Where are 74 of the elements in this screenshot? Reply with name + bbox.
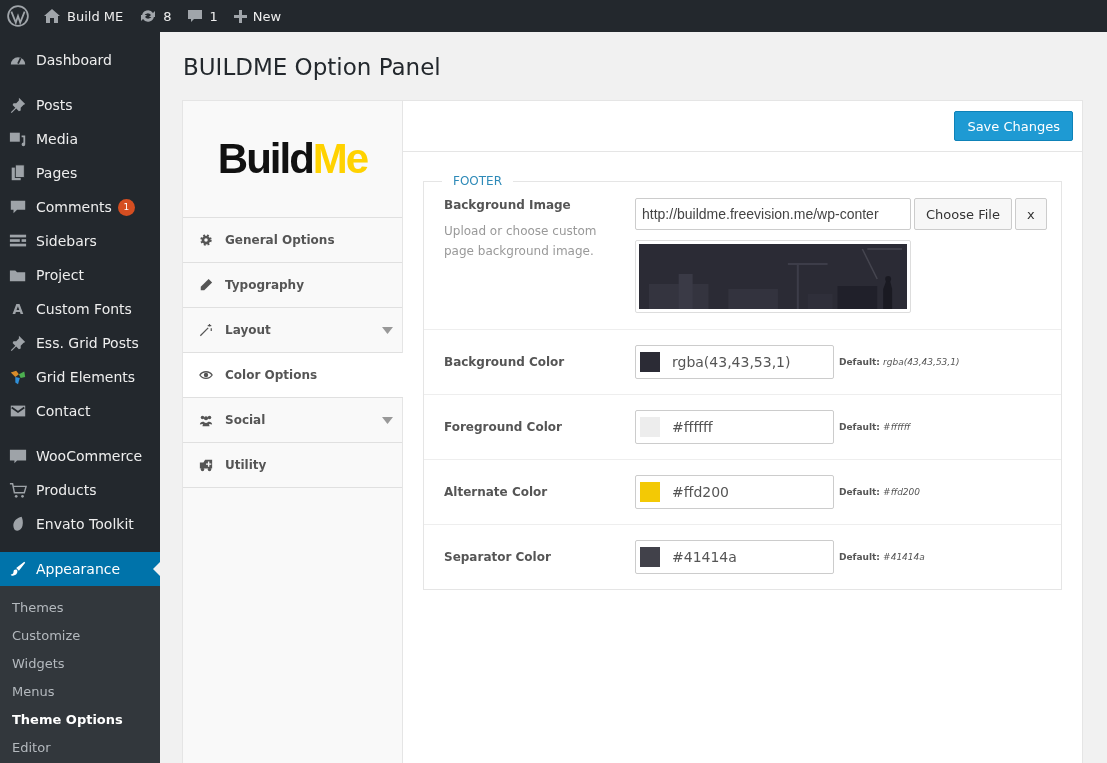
sidebar-item[interactable]: Project: [0, 258, 160, 292]
speech-bubble-icon: [9, 447, 27, 465]
sidebar-item[interactable]: Products: [0, 473, 160, 507]
submenu-item[interactable]: Menus: [0, 677, 160, 705]
submenu-item[interactable]: Theme Options: [0, 705, 160, 733]
pin-icon: [9, 96, 27, 114]
sidebar-item[interactable]: Sidebars: [0, 224, 160, 258]
refresh-icon: [139, 8, 158, 24]
sidebar-item[interactable]: Envato Toolkit: [0, 507, 160, 541]
gear-icon: [199, 233, 213, 247]
ambulance-icon: [199, 458, 213, 472]
eye-icon: [199, 368, 213, 382]
page-title: BUILDME Option Panel: [183, 53, 442, 82]
default-note: Default: rgba(43,43,53,1): [839, 357, 960, 367]
sidebar-item[interactable]: WooCommerce: [0, 439, 160, 473]
sidebar-item[interactable]: Comments 1: [0, 190, 160, 224]
updates-count[interactable]: 8: [163, 8, 172, 24]
sidebar-item[interactable]: Dashboard: [0, 43, 160, 77]
sidebar-item[interactable]: Grid Elements: [0, 360, 160, 394]
color-field[interactable]: #ffffff: [635, 410, 834, 444]
default-note: Default: #41414a: [839, 552, 925, 562]
color-field[interactable]: #41414a: [635, 540, 834, 574]
option-label: Background Color: [444, 355, 566, 369]
sidebar-item[interactable]: Posts: [0, 88, 160, 122]
sidebar-item[interactable]: Pages: [0, 156, 160, 190]
color-swatch[interactable]: [640, 547, 660, 567]
sidebar-item[interactable]: Contact: [0, 394, 160, 428]
pin-icon: [9, 334, 27, 352]
remove-button[interactable]: x: [1014, 198, 1047, 230]
sidebar-item[interactable]: Media: [0, 122, 160, 156]
comments-count[interactable]: 1: [209, 8, 218, 24]
pages-icon: [9, 164, 27, 182]
options-nav-item[interactable]: Color Options: [183, 353, 403, 398]
option-label: Foreground Color: [444, 420, 563, 434]
logo: BuildMe: [183, 101, 402, 218]
pencil-icon: [199, 278, 213, 292]
option-label: Separator Color: [444, 550, 552, 564]
url-field[interactable]: http://buildme.freevision.me/wp-conter: [635, 198, 911, 230]
count-badge: 1: [117, 198, 135, 216]
color-swatch[interactable]: [640, 482, 660, 502]
choose-file-button[interactable]: Choose File: [914, 198, 1012, 230]
submenu-item[interactable]: Customize: [0, 621, 160, 649]
submenu-item[interactable]: Widgets: [0, 649, 160, 677]
sidebar-item[interactable]: Ess. Grid Posts: [0, 326, 160, 360]
options-nav-item[interactable]: General Options: [183, 218, 402, 263]
section-legend: FOOTER: [442, 174, 514, 188]
cart-icon: [9, 481, 27, 499]
media-icon: [9, 130, 27, 148]
options-nav-item[interactable]: Typography: [183, 263, 402, 308]
color-field[interactable]: #ffd200: [635, 475, 834, 509]
site-link[interactable]: Build ME: [67, 8, 124, 24]
plus-icon: [233, 9, 247, 23]
blocks-icon: [9, 368, 27, 386]
color-field[interactable]: rgba(43,43,53,1): [635, 345, 834, 379]
speech-bubble-icon: [187, 8, 204, 24]
option-label: Alternate Color: [444, 485, 549, 499]
submenu-item[interactable]: Themes: [0, 593, 160, 621]
new-link[interactable]: New: [252, 8, 282, 24]
people-icon: [199, 413, 213, 427]
wordpress-logo[interactable]: [7, 5, 29, 27]
color-swatch[interactable]: [640, 352, 660, 372]
options-nav-item[interactable]: Utility: [183, 443, 402, 488]
font-icon: A: [9, 301, 27, 317]
submenu-item[interactable]: Editor: [0, 733, 160, 761]
option-description: Upload or choose custom page background image.: [444, 223, 598, 260]
default-note: Default: #ffffff: [839, 422, 911, 432]
paintbrush-icon: [9, 560, 27, 578]
magic-wand-icon: [199, 323, 213, 337]
sidebar-item[interactable]: Appearance: [0, 552, 160, 586]
options-nav-item[interactable]: Social: [183, 398, 402, 443]
home-icon: [43, 8, 61, 24]
sidebar-item[interactable]: A Custom Fonts: [0, 292, 160, 326]
option-label: Background Image: [444, 198, 572, 212]
default-note: Default: #ffd200: [839, 487, 921, 497]
